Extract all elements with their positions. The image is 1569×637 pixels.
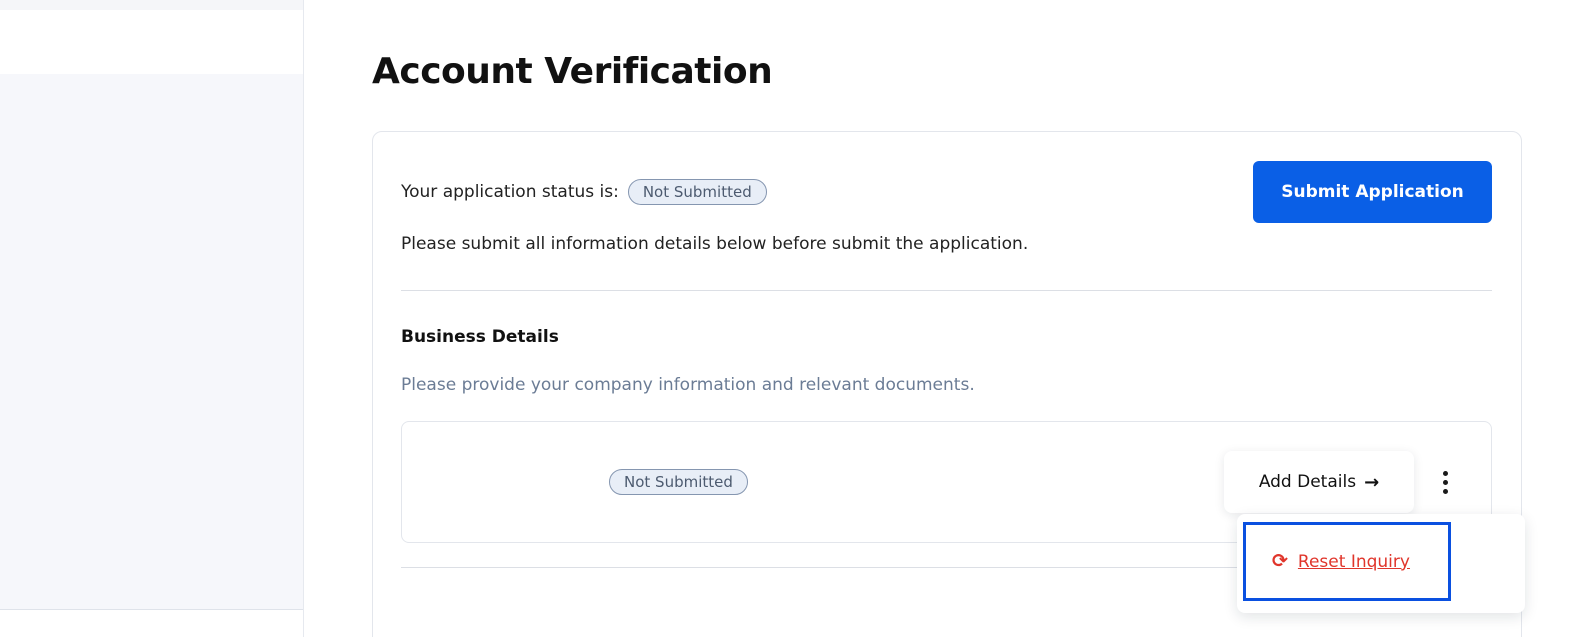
status-label: Your application status is: [401, 182, 619, 202]
add-details-button[interactable]: Add Details → [1224, 451, 1414, 513]
divider [401, 290, 1492, 291]
arrow-right-icon: → [1364, 471, 1380, 493]
add-details-label: Add Details [1258, 472, 1357, 492]
business-details-description: Please provide your company information … [401, 375, 975, 395]
divider [401, 567, 1237, 568]
more-options-button[interactable] [1432, 466, 1458, 498]
status-badge: Not Submitted [627, 179, 767, 205]
more-vertical-icon [1442, 479, 1448, 485]
more-vertical-icon [1442, 488, 1448, 494]
sidebar [0, 74, 303, 610]
status-badge: Not Submitted [609, 469, 748, 495]
reset-inquiry-label: Reset Inquiry [1297, 551, 1410, 572]
submit-application-button[interactable]: Submit Application [1253, 161, 1492, 223]
reset-inquiry-menu-item[interactable]: ⟳ Reset Inquiry [1243, 522, 1451, 601]
more-vertical-icon [1442, 470, 1448, 476]
refresh-icon: ⟳ [1272, 550, 1288, 572]
business-details-title: Business Details [401, 327, 559, 347]
sidebar-divider [303, 0, 304, 637]
application-status-row: Your application status is: Not Submitte… [401, 179, 767, 205]
page-title: Account Verification [372, 51, 773, 92]
business-details-status: Not Submitted [609, 469, 748, 495]
application-instructions: Please submit all information details be… [401, 234, 1029, 254]
sidebar-top-strip [0, 0, 303, 10]
